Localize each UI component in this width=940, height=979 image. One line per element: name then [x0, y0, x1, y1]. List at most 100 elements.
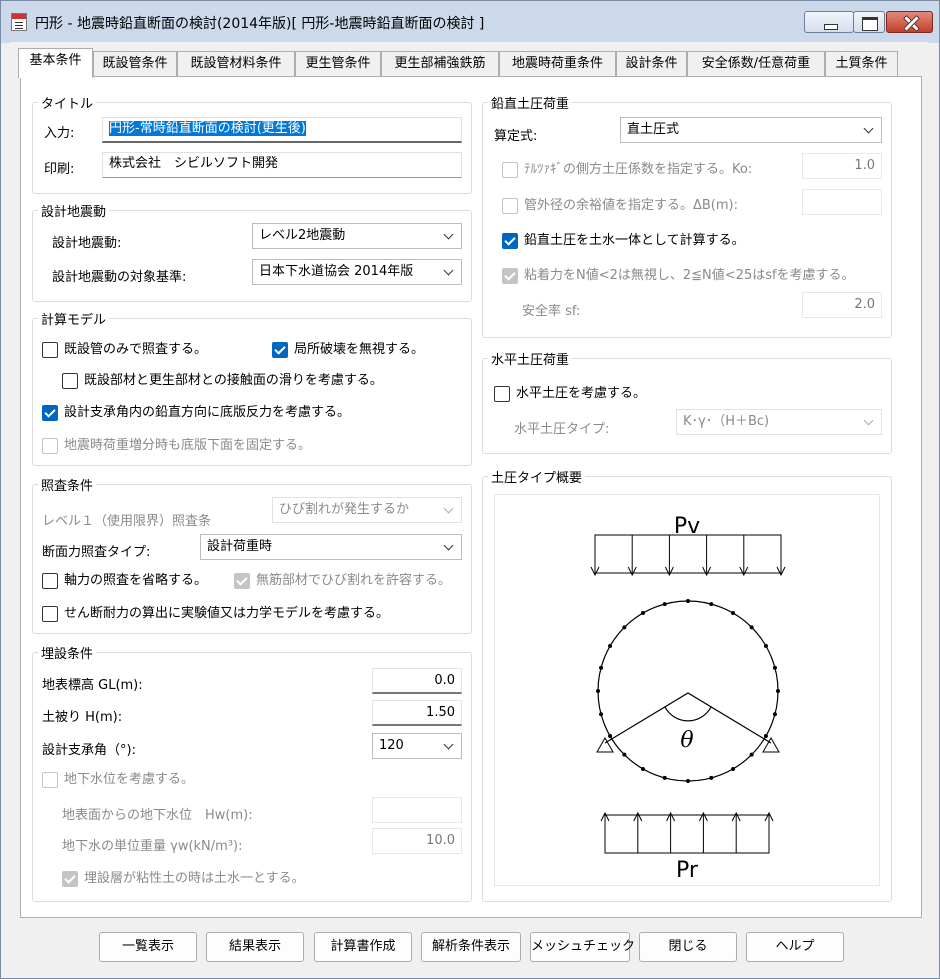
seismic-group-label: 設計地震動 — [38, 201, 110, 220]
seismic-standard-label: 設計地震動の対象基準: — [52, 270, 187, 285]
calc-model-group-label: 計算モデル — [38, 309, 110, 328]
mesh-node — [641, 611, 645, 616]
title-bar[interactable]: 円形 - 地震時鉛直断面の検討(2014年版)[ 円形-地震時鉛直断面の検討 ] — [1, 1, 939, 43]
mesh-node — [763, 644, 768, 648]
level1-check-label: レベル１（使用限界）照査条 — [42, 514, 212, 529]
seismic-motion-label: 設計地震動: — [52, 236, 122, 251]
section-force-type-label: 断面力照査タイプ: — [42, 545, 151, 560]
tab-basic-conditions[interactable]: 基本条件 — [18, 48, 93, 78]
tab-seismic-load[interactable]: 地震時荷重条件 — [499, 51, 616, 77]
combined-soil-water-checkbox[interactable]: 鉛直土圧を土水一体として計算する。 — [502, 233, 745, 249]
result-view-button[interactable]: 結果表示 — [206, 932, 304, 962]
vertical-pressure-group-label: 鉛直土圧荷重 — [488, 93, 573, 112]
title-input-field[interactable]: 円形-常時鉛直断面の検討(更生後) — [102, 117, 462, 143]
earth-pressure-overview-label: 土圧タイプ概要 — [488, 467, 586, 486]
outer-margin-input[interactable] — [802, 189, 882, 215]
mesh-node — [772, 712, 777, 717]
theta-label: θ — [680, 728, 693, 753]
tab-existing-pipe-material[interactable]: 既設管材料条件 — [177, 51, 295, 77]
horizontal-pressure-checkbox[interactable]: 水平土圧を考慮する。 — [494, 386, 646, 402]
cohesion-checkbox[interactable]: 粘着力をN値<2は無視し、2≦N値<25はsfを考慮する。 — [502, 268, 855, 284]
report-create-button[interactable]: 計算書作成 — [314, 932, 412, 962]
print-input-field[interactable]: 株式会社 シビルソフト開発 — [102, 152, 462, 178]
close-dialog-button[interactable]: 閉じる — [639, 932, 737, 962]
mesh-node — [608, 734, 613, 738]
bearing-angle-label: 設計支承角（°): — [42, 743, 136, 758]
water-unit-weight-input[interactable]: 10.0 — [372, 828, 462, 854]
mesh-node — [662, 775, 667, 780]
existing-only-checkbox[interactable]: 既設管のみで照査する。 — [42, 342, 207, 358]
tab-renewal-pipe[interactable]: 更生管条件 — [295, 51, 381, 77]
mesh-node — [749, 752, 754, 757]
mesh-node — [709, 775, 714, 780]
mesh-node — [731, 611, 735, 616]
bottom-reaction-checkbox[interactable]: 設計支承角内の鉛直方向に底版反力を考慮する。 — [42, 405, 350, 421]
groundwater-level-input[interactable] — [372, 797, 462, 823]
mesh-node — [599, 665, 604, 670]
allow-crack-checkbox[interactable]: 無筋部材でひび割れを許容する。 — [234, 573, 451, 589]
safety-factor-input[interactable]: 2.0 — [802, 292, 882, 318]
mesh-node — [686, 779, 690, 783]
tab-design-conditions[interactable]: 設計条件 — [616, 51, 687, 77]
mesh-node — [731, 766, 735, 771]
mesh-node — [686, 599, 690, 603]
cover-depth-input[interactable]: 1.50 — [372, 700, 462, 726]
mesh-node — [622, 752, 627, 757]
mesh-node — [776, 689, 780, 693]
title-group-label: タイトル — [38, 93, 97, 112]
mesh-node — [763, 734, 768, 738]
window-title: 円形 - 地震時鉛直断面の検討(2014年版)[ 円形-地震時鉛直断面の検討 ] — [35, 16, 485, 32]
safety-factor-label: 安全率 sf: — [522, 304, 581, 319]
seismic-standard-select[interactable]: 日本下水道協会 2014年版 — [252, 259, 462, 285]
mesh-check-button[interactable]: メッシュチェック — [530, 932, 635, 962]
section-force-type-select[interactable]: 設計荷重時 — [200, 534, 462, 560]
bearing-angle-select[interactable]: 120 — [372, 733, 462, 759]
clay-layer-checkbox[interactable]: 埋設層が粘性土の時は土水一とする。 — [62, 871, 305, 887]
level1-check-select[interactable]: ひび割れが発生するか — [272, 497, 462, 523]
formula-label: 算定式: — [494, 129, 538, 144]
tab-existing-pipe[interactable]: 既設管条件 — [93, 51, 177, 77]
contact-slip-checkbox[interactable]: 既設部材と更生部材との接触面の滑りを考慮する。 — [62, 373, 383, 389]
seismic-motion-select[interactable]: レベル2地震動 — [252, 223, 462, 249]
outer-margin-checkbox[interactable]: 管外径の余裕値を指定する。ΔB(m): — [502, 198, 738, 214]
horizontal-pressure-group-label: 水平土圧荷重 — [488, 349, 573, 368]
horizontal-type-select[interactable]: K･γ･（H＋Bc) — [676, 409, 882, 435]
terzaghi-input[interactable]: 1.0 — [802, 153, 882, 179]
analysis-conditions-button[interactable]: 解析条件表示 — [421, 932, 521, 962]
groundwater-level-label: 地表面からの地下水位 Hw(m): — [62, 808, 253, 823]
horizontal-type-label: 水平土圧タイプ: — [514, 422, 610, 437]
pv-load-arrows — [594, 534, 782, 575]
pipe-section — [596, 599, 780, 783]
omit-axial-checkbox[interactable]: 軸力の照査を省略する。 — [42, 573, 207, 589]
print-label: 印刷: — [44, 162, 75, 177]
tab-soil-conditions[interactable]: 土質条件 — [825, 51, 898, 77]
tab-renewal-rebar[interactable]: 更生部補強鉄筋 — [381, 51, 499, 77]
help-button[interactable]: ヘルプ — [746, 932, 844, 962]
mesh-node — [641, 766, 645, 771]
gl-input[interactable]: 0.0 — [372, 668, 462, 694]
mesh-node — [622, 625, 627, 630]
shear-model-checkbox[interactable]: せん断耐力の算出に実験値又は力学モデルを考慮する。 — [42, 606, 389, 622]
groundwater-checkbox[interactable]: 地下水位を考慮する。 — [42, 772, 194, 788]
formula-select[interactable]: 直土圧式 — [620, 117, 882, 143]
close-button[interactable] — [886, 11, 933, 33]
burial-group-label: 埋設条件 — [38, 643, 97, 662]
app-icon — [11, 13, 27, 31]
list-view-button[interactable]: 一覧表示 — [99, 932, 197, 962]
fix-bottom-checkbox[interactable]: 地震時荷重増分時も底版下面を固定する。 — [42, 438, 311, 454]
title-input-value: 円形-常時鉛直断面の検討(更生後) — [109, 121, 306, 136]
gl-label: 地表標高 GL(m): — [42, 678, 143, 693]
ignore-local-failure-checkbox[interactable]: 局所破壊を無視する。 — [272, 342, 424, 358]
water-unit-weight-label: 地下水の単位重量 γw(kN/m³): — [62, 839, 243, 854]
pr-load-arrows — [604, 814, 770, 854]
pr-label: Pr — [676, 858, 699, 883]
mesh-node — [709, 602, 714, 607]
terzaghi-checkbox[interactable]: ﾃﾙﾂｧｷﾞの側方土圧係数を指定する。Ko: — [502, 162, 752, 178]
tab-safety-factor[interactable]: 安全係数/任意荷重 — [687, 51, 825, 77]
check-conditions-group-label: 照査条件 — [38, 475, 97, 494]
mesh-node — [599, 712, 604, 717]
minimize-button[interactable] — [804, 11, 854, 33]
cover-depth-label: 土被り H(m): — [42, 710, 123, 725]
maximize-button[interactable] — [853, 11, 885, 33]
mesh-node — [662, 602, 667, 607]
